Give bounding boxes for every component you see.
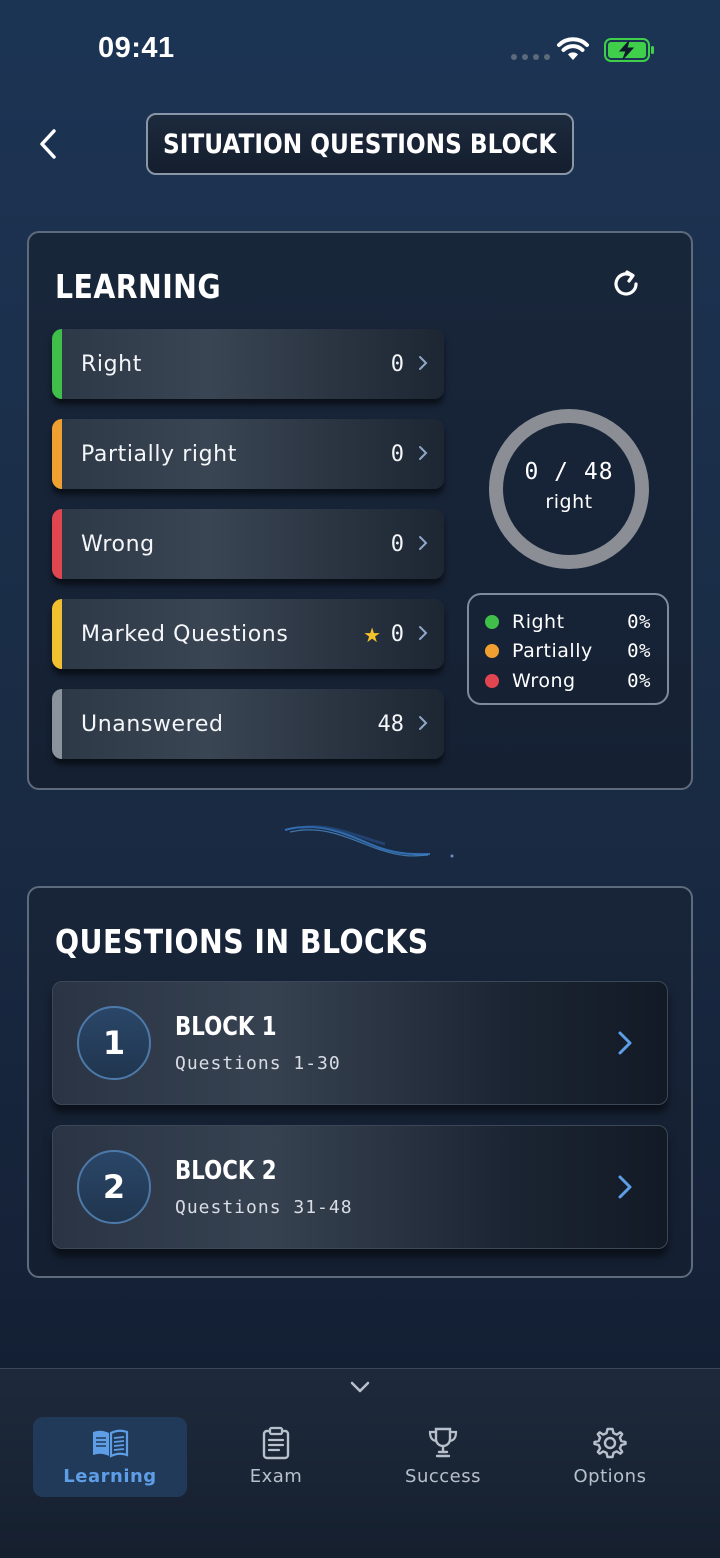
stat-accent [52,599,62,669]
legend-name: Wrong [512,669,576,692]
results-legend: Right 0% Partially 0% Wrong 0% [467,593,669,705]
stat-label: Right [81,351,142,377]
block-name: BLOCK 1 [175,1012,277,1042]
stat-value: 0 [390,441,404,467]
stat-label: Unanswered [81,711,224,737]
nav-label: Learning [63,1466,157,1487]
battery-charging-icon [604,38,654,62]
legend-row-partially: Partially 0% [485,637,651,667]
legend-row-wrong: Wrong 0% [485,666,651,696]
chevron-down-icon [350,1381,370,1393]
stat-value: 0 [390,531,404,557]
gear-icon [593,1427,627,1459]
legend-row-right: Right 0% [485,607,651,637]
chevron-right-icon [618,1031,632,1055]
cellular-signal-icon [511,54,550,60]
blocks-title: QUESTIONS IN BLOCKS [55,922,429,961]
stat-value: 0 [390,351,404,377]
nav-tab-options[interactable]: Options [533,1417,687,1497]
blocks-card: QUESTIONS IN BLOCKS 1 BLOCK 1 Questions … [27,886,693,1278]
stat-row-partially-right[interactable]: Partially right 0 [52,419,444,489]
legend-dot [485,644,499,659]
stat-value: 48 [377,711,405,737]
nav-label: Options [573,1466,647,1487]
block-number: 1 [77,1006,151,1080]
legend-value: 0% [627,640,651,663]
stat-accent [52,329,62,399]
block-name: BLOCK 2 [175,1156,277,1186]
stat-accent [52,509,62,579]
refresh-button[interactable] [609,267,643,301]
clipboard-icon [262,1426,290,1460]
stat-value: 0 [390,621,404,647]
legend-value: 0% [627,610,651,633]
progress-count: 0 / 48 [524,459,614,485]
block-range: Questions 1-30 [175,1053,341,1074]
nav-tab-success[interactable]: Success [366,1417,520,1497]
legend-name: Right [512,610,565,633]
nav-tab-exam[interactable]: Exam [199,1417,353,1497]
chevron-right-icon [419,356,428,370]
legend-value: 0% [627,669,651,692]
stat-label: Marked Questions [81,621,289,647]
stat-row-wrong[interactable]: Wrong 0 [52,509,444,579]
status-time: 09:41 [98,32,175,64]
learning-title: LEARNING [55,267,222,306]
stat-accent [52,689,62,759]
block-row-1[interactable]: 1 BLOCK 1 Questions 1-30 [52,981,668,1105]
learning-card: LEARNING Right 0 Partially right 0 Wrong… [27,231,693,790]
progress-label: right [545,491,593,513]
nav-tab-learning[interactable]: Learning [33,1417,187,1497]
stat-label: Wrong [81,531,155,557]
bottom-navigation: Learning Exam Success Options [0,1368,720,1558]
legend-dot [485,614,499,629]
refresh-icon [614,270,638,296]
chevron-right-icon [419,716,428,730]
nav-label: Exam [249,1466,303,1487]
block-number: 2 [77,1150,151,1224]
chevron-right-icon [419,536,428,550]
book-icon [93,1429,129,1458]
chevron-right-icon [419,626,428,640]
chevron-right-icon [618,1175,632,1199]
wifi-icon [557,37,589,60]
stat-label: Partially right [81,441,237,467]
legend-dot [485,673,499,688]
stat-row-right[interactable]: Right 0 [52,329,444,399]
page-title: SITUATION QUESTIONS BLOCK [146,113,574,175]
collapse-button[interactable] [348,1379,372,1399]
stat-accent [52,419,62,489]
star-icon: ★ [363,623,381,647]
status-bar: 09:41 [0,0,720,100]
chevron-right-icon [419,446,428,460]
block-row-2[interactable]: 2 BLOCK 2 Questions 31-48 [52,1125,668,1249]
decorative-swoosh [284,825,454,858]
trophy-icon [428,1427,458,1458]
nav-label: Success [405,1466,481,1487]
legend-name: Partially [512,640,593,663]
stat-row-marked-questions[interactable]: Marked Questions ★ 0 [52,599,444,669]
chevron-left-icon [40,129,56,159]
page-title-text: SITUATION QUESTIONS BLOCK [163,128,557,160]
stat-row-unanswered[interactable]: Unanswered 48 [52,689,444,759]
back-button[interactable] [30,124,66,164]
block-range: Questions 31-48 [175,1197,353,1218]
progress-text: 0 / 48 right [486,459,652,513]
